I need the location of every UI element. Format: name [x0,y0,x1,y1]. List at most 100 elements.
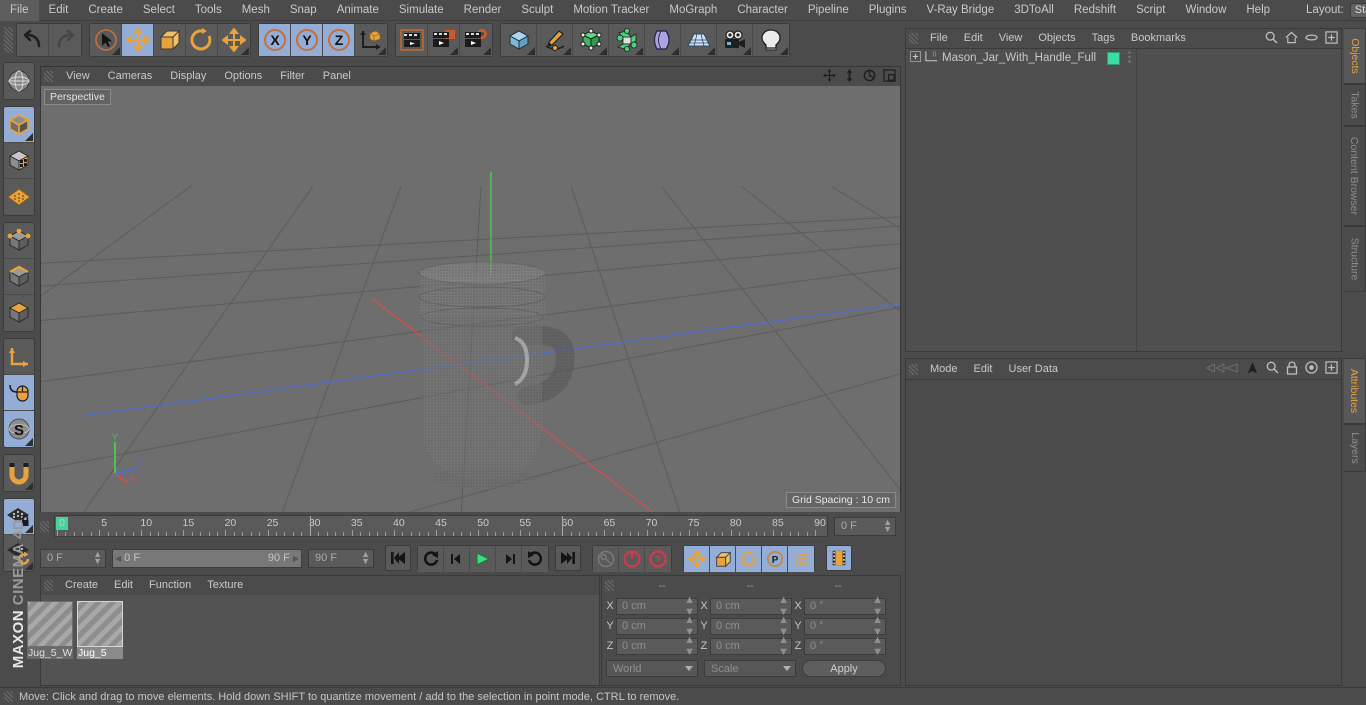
menu-item-3dtoall[interactable]: 3DToAll [1004,0,1064,21]
rotation-z-input[interactable]: 0 ° ▲ ▼ [804,634,886,658]
menu-item-script[interactable]: Script [1126,0,1175,21]
stepper-arrows-icon[interactable]: ▲ ▼ [684,634,695,658]
viewport-grip[interactable] [44,71,53,82]
preview-end-field[interactable]: 90 F ▲ ▼ [308,548,374,568]
add-panel-icon[interactable] [1325,30,1338,47]
menu-item-mograph[interactable]: MoGraph [659,0,727,21]
add-panel-icon[interactable] [1325,361,1338,377]
coordinate-system-select[interactable]: World [606,660,698,677]
coordinates-grip[interactable] [605,580,614,591]
scale-tool-icon[interactable] [154,24,186,56]
key-rotation-icon[interactable] [736,546,762,572]
texture-mode-icon[interactable] [4,143,34,179]
range-right-arrow-icon[interactable]: ▶ [293,554,299,563]
menu-item-create[interactable]: Create [57,576,106,595]
step-forward-icon[interactable] [496,546,522,572]
menu-item-plugins[interactable]: Plugins [859,0,917,21]
menu-item-bookmarks[interactable]: Bookmarks [1123,29,1194,48]
apply-button[interactable]: Apply [802,660,886,677]
rotate-tool-icon[interactable] [186,24,218,56]
menu-item-redshift[interactable]: Redshift [1064,0,1126,21]
ellipse-icon[interactable] [1305,31,1318,47]
preview-range-slider[interactable]: ◀ 0 F 90 F ▶ [112,548,302,568]
coordinate-mode-select[interactable]: Scale [704,660,796,677]
menu-item-mode[interactable]: Mode [922,359,966,379]
menu-item-user-data[interactable]: User Data [1001,359,1067,379]
object-tree[interactable]: 0 Mason_Jar_With_Handle_Full [906,48,1341,351]
search-icon[interactable] [1266,361,1279,377]
menu-item-edit[interactable]: Edit [39,0,79,21]
position-x-input[interactable]: 0 cm ▲ ▼ [616,594,698,618]
stepper-arrows-icon[interactable]: ▲ ▼ [93,550,102,566]
autokeying-icon[interactable]: ? [645,546,671,572]
menu-item-display[interactable]: Display [161,67,215,86]
vertical-tab-takes[interactable]: Takes [1344,84,1366,126]
key-scale-icon[interactable] [710,546,736,572]
material-thumbnail[interactable] [77,601,123,647]
generator-icon[interactable] [573,24,609,56]
polygons-mode-icon[interactable] [4,295,34,331]
expand-toggle-icon[interactable] [910,51,921,65]
toolbar-grip[interactable] [4,27,13,53]
vertical-tab-objects[interactable]: Objects [1344,28,1366,84]
menu-item-pipeline[interactable]: Pipeline [798,0,859,21]
menu-item-view[interactable]: View [57,67,99,86]
key-pla-icon[interactable] [788,546,814,572]
vertical-tab-structure[interactable]: Structure [1344,226,1366,292]
stepper-arrows-icon[interactable]: ▲ ▼ [872,634,883,658]
lock-icon[interactable] [1286,360,1298,378]
rotate-view-icon[interactable] [863,69,876,85]
object-color-tag[interactable] [1107,51,1121,65]
vertical-tab-attributes[interactable]: Attributes [1344,358,1366,424]
go-to-start-icon[interactable] [385,545,411,571]
history-arrows-icon[interactable] [1205,361,1239,378]
move-tool-icon[interactable] [122,24,154,56]
material-list[interactable]: Jug_5_W Jug_5 [27,595,599,685]
render-region-icon[interactable] [428,24,460,56]
cube-primitive-icon[interactable] [501,24,537,56]
material-thumbnail[interactable] [27,601,73,647]
polygon-grid-icon[interactable] [4,179,34,215]
home-icon[interactable] [1285,31,1298,47]
lock-z-icon[interactable]: Z [323,24,355,56]
menu-item-texture[interactable]: Texture [199,576,251,595]
vertical-tab-content-browser[interactable]: Content Browser [1344,126,1366,226]
menu-item-file[interactable]: File [0,0,39,21]
size-z-input[interactable]: 0 cm ▲ ▼ [710,634,792,658]
target-icon[interactable] [1305,361,1318,377]
undo-icon[interactable] [17,24,49,56]
light-icon[interactable] [753,24,789,56]
menu-item-render[interactable]: Render [454,0,512,21]
timeline-frame-field[interactable]: 0 F ▲ ▼ [834,516,896,536]
menu-item-file[interactable]: File [922,29,956,48]
menu-item-help[interactable]: Help [1236,0,1280,21]
menu-item-animate[interactable]: Animate [327,0,389,21]
menu-item-tools[interactable]: Tools [185,0,232,21]
timeline-ruler[interactable]: 0 5 10 15 20 25 30 35 40 45 50 55 60 65 70 75 80 85 90 [54,515,828,537]
stepper-arrows-icon[interactable]: ▲ ▼ [361,550,370,566]
maximize-view-icon[interactable] [883,68,896,85]
spline-pen-icon[interactable] [537,24,573,56]
menu-item-window[interactable]: Window [1175,0,1236,21]
render-settings-icon[interactable] [460,24,492,56]
position-y-input[interactable]: 0 cm ▲ ▼ [616,614,698,638]
step-back-icon[interactable] [444,546,470,572]
attribute-manager-grip[interactable] [909,363,918,375]
menu-item-panel[interactable]: Panel [314,67,360,86]
render-view-icon[interactable] [396,24,428,56]
material-item[interactable]: Jug_5 [77,601,123,679]
camera-icon[interactable] [717,24,753,56]
dolly-view-icon[interactable] [843,68,856,85]
play-icon[interactable] [470,546,496,572]
object-manager-grip[interactable] [909,33,918,44]
model-mode-icon[interactable] [4,107,34,143]
size-y-input[interactable]: 0 cm ▲ ▼ [710,614,792,638]
menu-item-function[interactable]: Function [141,576,199,595]
world-axis-icon[interactable] [4,63,34,99]
menu-item-simulate[interactable]: Simulate [389,0,454,21]
menu-item-view[interactable]: View [991,29,1031,48]
lock-y-icon[interactable]: Y [291,24,323,56]
live-selection-icon[interactable] [90,24,122,56]
go-to-end-icon[interactable] [555,545,581,571]
material-item[interactable]: Jug_5_W [27,601,73,679]
